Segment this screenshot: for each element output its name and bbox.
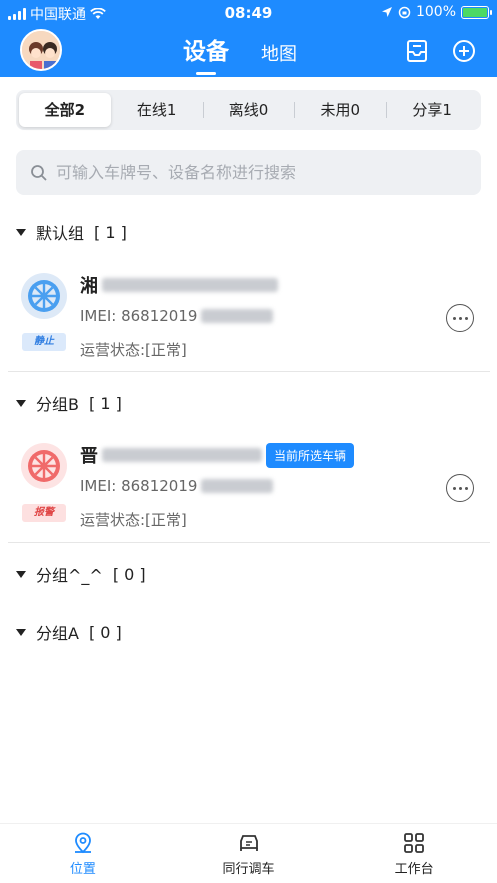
filter-offline[interactable]: 离线0	[202, 93, 295, 127]
group-count: [ 1 ]	[94, 222, 127, 242]
user-avatar[interactable]	[20, 29, 62, 71]
more-options-icon[interactable]	[446, 304, 474, 332]
filter-online[interactable]: 在线1	[111, 93, 203, 127]
group-name: 分组B	[36, 395, 79, 414]
redacted-plate	[102, 278, 278, 292]
divider	[8, 542, 490, 543]
rotation-lock-icon	[398, 6, 411, 18]
device-card[interactable]: 报警 晋 当前所选车辆 IMEI: 86812019 运营状态:[正常]	[0, 432, 497, 542]
wheel-icon	[21, 443, 67, 489]
collapse-triangle-icon	[16, 399, 26, 407]
device-status: 运营状态:[正常]	[80, 341, 187, 359]
divider	[8, 371, 490, 372]
more-options-icon[interactable]	[446, 474, 474, 502]
header-tabs: 设备 地图	[183, 32, 297, 75]
redacted-imei	[201, 479, 274, 493]
collapse-triangle-icon	[16, 628, 26, 636]
device-plate: 湘	[80, 272, 278, 298]
status-bar: 中国联通 08:49 100%	[0, 0, 497, 26]
battery-percent: 100%	[415, 4, 456, 20]
group-header[interactable]: 默认组 [ 1 ]	[16, 220, 127, 244]
battery-icon	[461, 5, 492, 19]
group-name: 分组^_^	[36, 566, 103, 585]
filter-shared[interactable]: 分享1	[386, 93, 478, 127]
device-imei-row: IMEI: 86812019	[80, 307, 274, 325]
search-input[interactable]	[56, 163, 456, 182]
app-header: 中国联通 08:49 100% 设备 地图	[0, 0, 497, 77]
group-count: [ 0 ]	[88, 622, 122, 642]
group-count: [ 0 ]	[112, 564, 146, 584]
message-tray-icon[interactable]	[404, 38, 430, 64]
redacted-plate	[102, 448, 262, 462]
nav-workbench-label: 工作台	[394, 861, 434, 877]
device-imei: IMEI: 86812019	[80, 307, 198, 325]
nav-dispatch[interactable]: 同行调车	[166, 824, 332, 883]
nav-workbench[interactable]: 工作台	[331, 824, 497, 883]
car-dispatch-icon	[239, 834, 258, 851]
wheel-icon	[21, 273, 67, 319]
filter-all[interactable]: 全部2	[19, 93, 111, 127]
bottom-navigation: 位置 同行调车 工作台	[0, 823, 497, 883]
plate-prefix: 晋	[80, 446, 98, 467]
grid-apps-icon	[404, 832, 425, 853]
nav-location-label: 位置	[69, 861, 96, 877]
group-header[interactable]: 分组A [ 0 ]	[16, 620, 122, 644]
tab-devices[interactable]: 设备	[183, 32, 229, 75]
avatar-image	[22, 31, 60, 69]
current-selected-tag: 当前所选车辆	[266, 442, 355, 468]
tab-map[interactable]: 地图	[261, 40, 297, 66]
status-filter: 全部2 在线1 离线0 未用0 分享1	[16, 90, 481, 130]
device-status: 运营状态:[正常]	[80, 511, 187, 529]
redacted-imei	[201, 309, 274, 323]
search-icon	[31, 164, 47, 181]
status-badge: 静止	[22, 333, 66, 351]
plate-prefix: 湘	[80, 276, 98, 297]
device-plate: 晋 当前所选车辆	[80, 442, 355, 468]
nav-location[interactable]: 位置	[0, 824, 166, 883]
device-imei: IMEI: 86812019	[80, 477, 198, 495]
group-header[interactable]: 分组B [ 1 ]	[16, 391, 122, 415]
location-pin-icon	[74, 832, 91, 853]
collapse-triangle-icon	[16, 228, 26, 236]
search-bar	[16, 150, 481, 195]
collapse-triangle-icon	[16, 570, 26, 578]
group-header[interactable]: 分组^_^ [ 0 ]	[16, 562, 146, 586]
status-badge: 报警	[22, 504, 66, 522]
filter-unused[interactable]: 未用0	[294, 93, 386, 127]
nav-dispatch-label: 同行调车	[222, 861, 275, 877]
group-count: [ 1 ]	[88, 393, 122, 413]
group-name: 默认组	[36, 224, 85, 243]
location-arrow-icon	[381, 7, 392, 17]
status-right: 100%	[381, 4, 492, 20]
group-name: 分组A	[36, 624, 79, 643]
device-imei-row: IMEI: 86812019	[80, 477, 274, 495]
device-card[interactable]: 静止 湘 IMEI: 86812019 运营状态:[正常]	[0, 262, 497, 372]
add-circle-icon[interactable]	[451, 38, 477, 64]
